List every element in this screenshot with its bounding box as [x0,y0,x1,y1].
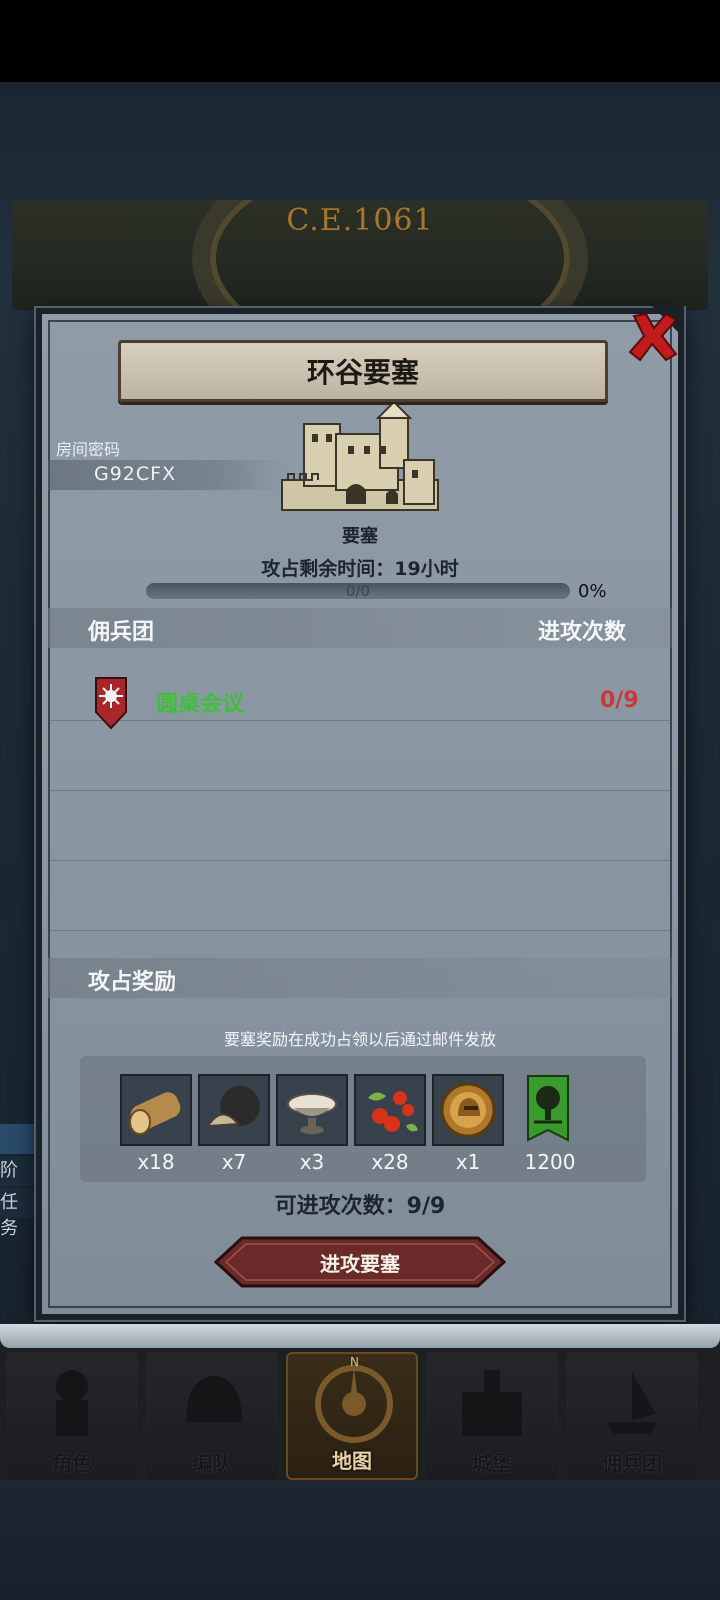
reward-item[interactable]: x1 [432,1074,504,1174]
room-password-value[interactable]: G92CFX [94,463,176,485]
side-text-1: 阶 [0,1156,34,1186]
mercenary-row-empty [48,860,672,931]
bottom-area [0,1480,720,1600]
nav-tab-castle[interactable]: 城堡 [426,1352,558,1480]
berries-icon [354,1074,426,1146]
nav-tab-character[interactable]: 角色 [6,1352,138,1480]
tree-banner-icon [514,1074,586,1146]
nav-label: 佣兵团 [602,1451,662,1475]
remaining-attempts-value: 9/9 [406,1194,446,1219]
reward-qty: x28 [371,1150,409,1174]
dialog-title: 环谷要塞 [306,356,419,389]
reward-note: 要塞奖励在成功占领以后通过邮件发放 [223,1030,496,1049]
guild-attack-count: 0/9 [600,688,639,713]
era-label: C.E.1061 [286,203,434,238]
helmet-icon [186,1376,242,1422]
attack-fortress-label: 进攻要塞 [320,1251,400,1276]
mercenary-section-title: 佣兵团 [88,620,155,645]
guild-shield-icon [95,677,127,730]
compass-icon: N [315,1355,393,1443]
nav-label: 地图 [332,1449,372,1473]
reward-item[interactable]: x28 [354,1074,426,1174]
title-banner: 环谷要塞 [118,340,608,402]
time-remaining: 攻占剩余时间：19小时 [0,554,720,581]
reward-item[interactable]: x7 [198,1074,270,1174]
capture-progress-percent: 0% [578,581,607,602]
reward-item[interactable]: x3 [276,1074,348,1174]
nav-label: 城堡 [472,1451,512,1475]
svg-text:N: N [350,1355,359,1369]
log-icon [120,1074,192,1146]
nav-tab-mercenary[interactable]: 佣兵团 [566,1352,698,1480]
time-remaining-label: 攻占剩余时间： [261,558,395,580]
castle-icon [462,1370,522,1436]
time-remaining-value: 19小时 [394,558,459,580]
truffle-icon [198,1074,270,1146]
mercenary-row-empty [48,790,672,861]
side-sword-icon[interactable] [0,1124,34,1154]
ship-icon [606,1372,658,1434]
reward-qty: x7 [221,1150,247,1174]
status-bar [0,0,720,82]
helmet-coin-icon [432,1074,504,1146]
attack-count-header: 进攻次数 [538,620,627,645]
fortress-label: 要塞 [342,526,378,547]
attack-fortress-button[interactable]: 进攻要塞 [214,1236,506,1288]
nav-label: 编队 [192,1451,232,1475]
nav-tab-team[interactable]: 编队 [146,1352,278,1480]
nav-tab-map[interactable]: N 地图 [286,1352,418,1480]
reward-item[interactable]: 1200 [514,1074,586,1174]
reward-qty: x3 [299,1150,325,1174]
close-icon[interactable] [620,306,684,370]
reward-qty: 1200 [524,1150,576,1174]
reward-qty: x18 [137,1150,175,1174]
remaining-attempts: 可进攻次数：9/9 [0,1188,720,1220]
silver-bowl-icon [276,1074,348,1146]
reward-qty: x1 [455,1150,481,1174]
knight-icon [56,1370,88,1436]
room-password-label: 房间密码 [56,440,121,459]
remaining-attempts-label: 可进攻次数： [274,1194,407,1219]
nav-label: 角色 [52,1451,92,1475]
capture-progress-text: 0/0 [345,582,371,600]
reward-item[interactable]: x18 [120,1074,192,1174]
mercenary-row-empty [48,720,672,791]
fortress-icon [281,404,439,511]
snow-edge [0,1324,720,1348]
mercenary-row[interactable] [48,650,672,721]
reward-section-title: 攻占奖励 [88,970,177,995]
guild-name[interactable]: 圆桌会议 [156,686,244,718]
